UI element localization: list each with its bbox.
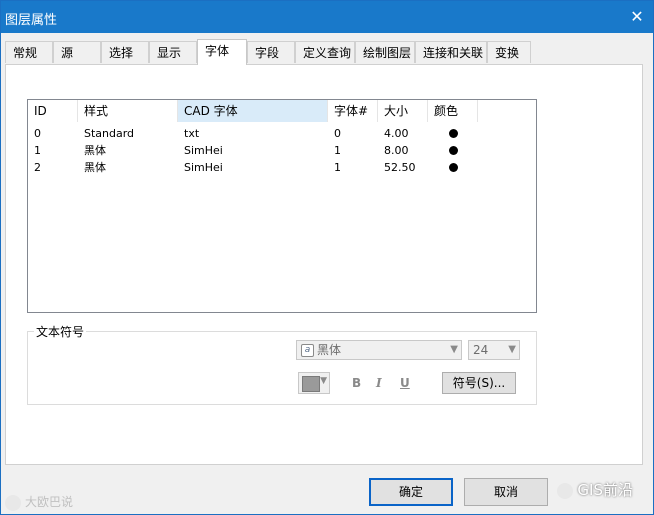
text-color-button[interactable]: ▼ — [298, 372, 330, 394]
cell-id: 2 — [34, 161, 41, 174]
cancel-button[interactable]: 取消 — [464, 478, 548, 506]
watermark-left: 大欧巴说 — [5, 493, 73, 511]
underline-button[interactable]: U — [400, 376, 410, 390]
list-header: ID 样式 CAD 字体 字体# 大小 颜色 — [28, 100, 536, 122]
col-size[interactable]: 大小 — [378, 100, 428, 122]
chevron-down-icon: ▼ — [508, 344, 516, 355]
watermark-right-text: GIS前沿 — [577, 481, 633, 499]
layer-properties-dialog: 图层属性 ✕ 常规 源 选择 显示 字体 字段 定义查询 绘制图层 连接和关联 … — [0, 0, 654, 515]
cell-font-number: 0 — [334, 127, 341, 140]
watermark-left-text: 大欧巴说 — [25, 495, 74, 509]
tab-definition-query[interactable]: 定义查询 — [295, 41, 355, 63]
cell-id: 1 — [34, 144, 41, 157]
italic-button[interactable]: I — [376, 376, 382, 390]
tab-joins-relates[interactable]: 连接和关联 — [415, 41, 487, 63]
font-name-value: 黑体 — [317, 343, 342, 357]
color-swatch — [449, 146, 458, 155]
tab-selection[interactable]: 选择 — [101, 41, 149, 63]
cell-style: Standard — [84, 127, 135, 140]
color-swatch — [449, 129, 458, 138]
tab-fields[interactable]: 字段 — [247, 41, 295, 63]
cell-cad-font: SimHei — [184, 161, 223, 174]
font-size-dropdown[interactable]: 24 ▼ — [468, 340, 520, 360]
cell-style: 黑体 — [84, 161, 106, 174]
table-row[interactable]: 0 Standard txt 0 4.00 — [28, 125, 536, 142]
text-symbol-group: 文本符号 a 黑体 ▼ 24 ▼ ▼ B I U 符号(S)... — [27, 323, 537, 405]
watermark-logo-icon — [5, 494, 21, 511]
title-bar: 图层属性 ✕ — [1, 1, 653, 33]
font-name-dropdown[interactable]: a 黑体 ▼ — [296, 340, 462, 360]
tab-transformations[interactable]: 变换 — [487, 41, 531, 63]
tab-drawing-layers[interactable]: 绘制图层 — [355, 41, 415, 63]
col-font-number[interactable]: 字体# — [328, 100, 378, 122]
color-swatch — [449, 163, 458, 172]
close-icon[interactable]: ✕ — [627, 7, 647, 27]
col-cad-font[interactable]: CAD 字体 — [178, 100, 328, 122]
cell-size: 4.00 — [384, 127, 409, 140]
cell-size: 8.00 — [384, 144, 409, 157]
chevron-down-icon: ▼ — [450, 344, 458, 355]
window-title: 图层属性 — [5, 13, 58, 28]
text-symbol-label: 文本符号 — [34, 323, 87, 340]
cell-cad-font: txt — [184, 127, 200, 140]
cell-font-number: 1 — [334, 144, 341, 157]
tab-general[interactable]: 常规 — [5, 41, 53, 63]
tab-display[interactable]: 显示 — [149, 41, 197, 63]
cell-font-number: 1 — [334, 161, 341, 174]
cell-size: 52.50 — [384, 161, 416, 174]
cell-style: 黑体 — [84, 144, 106, 157]
bold-button[interactable]: B — [352, 376, 361, 390]
tab-fonts[interactable]: 字体 — [197, 39, 247, 65]
cell-id: 0 — [34, 127, 41, 140]
font-icon: a — [301, 344, 314, 357]
chevron-down-icon: ▼ — [320, 376, 327, 386]
font-size-value: 24 — [473, 343, 489, 357]
watermark-right: GIS前沿 — [557, 479, 633, 500]
col-style[interactable]: 样式 — [78, 100, 178, 122]
color-swatch-icon — [302, 376, 320, 392]
tab-source[interactable]: 源 — [53, 41, 101, 63]
table-row[interactable]: 1 黑体 SimHei 1 8.00 — [28, 142, 536, 159]
col-color[interactable]: 颜色 — [428, 100, 478, 122]
table-row[interactable]: 2 黑体 SimHei 1 52.50 — [28, 159, 536, 176]
cell-cad-font: SimHei — [184, 144, 223, 157]
symbol-button[interactable]: 符号(S)... — [442, 372, 516, 394]
ok-button[interactable]: 确定 — [369, 478, 453, 506]
tab-panel-fonts: ID 样式 CAD 字体 字体# 大小 颜色 0 Standard txt 0 … — [5, 64, 643, 465]
font-list[interactable]: ID 样式 CAD 字体 字体# 大小 颜色 0 Standard txt 0 … — [27, 99, 537, 313]
wechat-icon — [557, 482, 574, 499]
col-id[interactable]: ID — [28, 100, 78, 122]
